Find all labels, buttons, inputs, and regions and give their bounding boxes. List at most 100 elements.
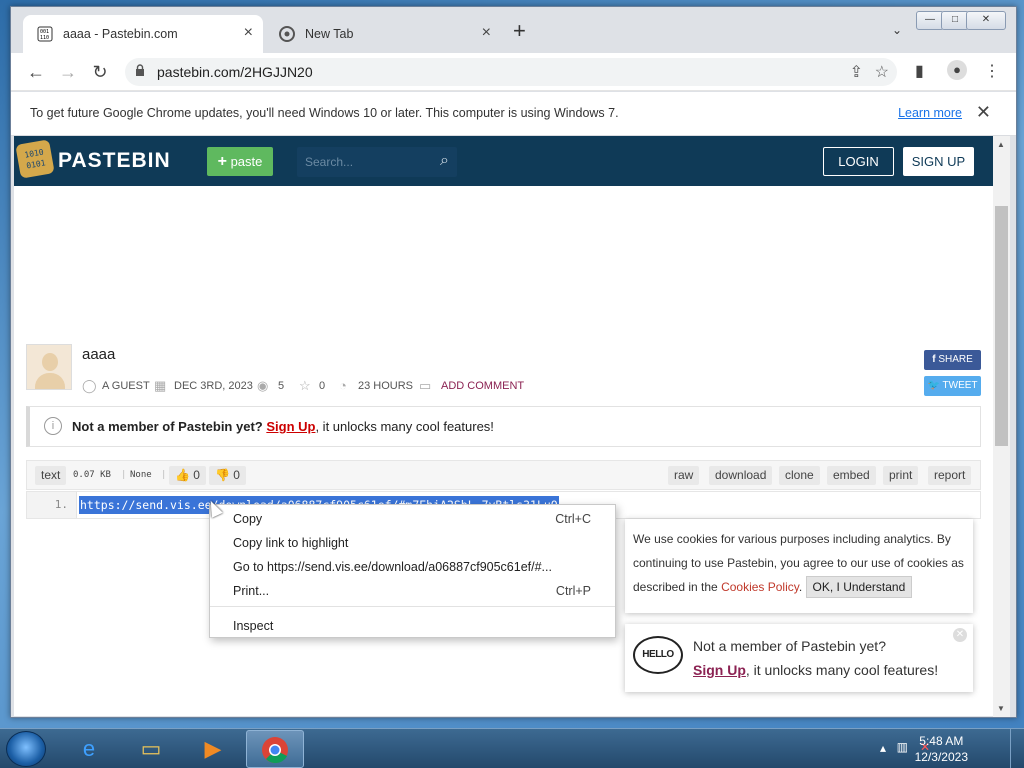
code-toolbar: text 0.07 KB | None | 👍 0 👎 0 raw downlo… [26, 460, 981, 490]
context-item-print[interactable]: Print... [233, 584, 269, 598]
infobar-close-icon[interactable]: ✕ [976, 102, 991, 123]
reload-icon[interactable]: ↻ [88, 60, 112, 84]
tab-close-icon[interactable]: × [244, 24, 253, 42]
forward-arrow-icon[interactable]: → [56, 60, 80, 84]
popup-close-icon[interactable]: ✕ [953, 628, 967, 642]
login-button[interactable]: LOGIN [823, 147, 894, 176]
new-tab-button[interactable]: + [513, 20, 526, 42]
popup-signup-link[interactable]: Sign Up [693, 662, 746, 678]
back-arrow-icon[interactable]: ← [24, 60, 48, 84]
tab-title: New Tab [305, 27, 354, 41]
context-item-copy[interactable]: Copy [233, 512, 262, 526]
context-item-inspect[interactable]: Inspect [233, 619, 273, 633]
print-button[interactable]: print [883, 466, 919, 485]
tab-close-icon[interactable]: × [482, 24, 491, 42]
popup-line1: Not a member of Pastebin yet? [693, 638, 886, 654]
scroll-up-icon[interactable]: ▲ [997, 140, 1005, 149]
paste-label: paste [230, 154, 263, 169]
popup-line2-rest: , it unlocks many cool features! [745, 662, 939, 678]
cookie-banner: We use cookies for various purposes incl… [625, 519, 973, 613]
signup-button[interactable]: SIGN UP [903, 147, 974, 176]
scroll-down-icon[interactable]: ▼ [997, 704, 1005, 713]
scrollbar-thumb[interactable] [995, 206, 1008, 446]
dislike-count: 0 [233, 468, 240, 482]
shortcut-print: Ctrl+P [555, 584, 591, 598]
search-input[interactable]: Search... ⌕ [297, 147, 457, 177]
start-button[interactable] [6, 731, 46, 767]
pastebin-logo-text[interactable]: PASTEBIN [58, 149, 171, 173]
comment-icon: ▭ [419, 378, 432, 393]
embed-button[interactable]: embed [827, 466, 876, 485]
side-panel-icon[interactable]: ▮ [915, 61, 924, 81]
notice-text: Not a member of Pastebin yet? Sign Up, i… [72, 419, 494, 434]
bookmark-star-icon[interactable]: ☆ [875, 62, 889, 82]
paste-author[interactable]: A GUEST [102, 380, 150, 392]
tray-expand-icon[interactable]: ▴ [880, 741, 886, 755]
show-desktop-button[interactable] [1010, 729, 1024, 768]
context-menu: Copy Ctrl+C Copy link to highlight Go to… [209, 504, 616, 638]
thumbs-up-icon: 👍 [175, 468, 190, 482]
member-notice: i Not a member of Pastebin yet? Sign Up,… [26, 406, 981, 447]
profile-avatar-icon[interactable]: ● [947, 60, 967, 80]
close-window-button[interactable]: ✕ [966, 11, 1006, 30]
twitter-share-button[interactable]: 🐦 TWEET [924, 376, 981, 396]
facebook-share-button[interactable]: f SHARE [924, 350, 981, 370]
menu-separator [210, 606, 615, 607]
tab-pastebin[interactable]: 001 110 aaaa - Pastebin.com × [23, 15, 263, 53]
pastebin-favicon-icon: 001 110 [37, 26, 53, 42]
pastebin-logo-icon[interactable]: 1010 0101 [15, 139, 55, 179]
paste-size: 0.07 KB [73, 470, 111, 480]
vertical-scrollbar[interactable]: ▲ ▼ [993, 136, 1010, 717]
star-icon: ☆ [299, 378, 311, 393]
popup-line2: Sign Up, it unlocks many cool features! [693, 662, 938, 678]
dislike-button[interactable]: 👎 0 [209, 466, 246, 485]
chrome-taskbar-icon[interactable] [246, 730, 304, 768]
tab-search-chevron-icon[interactable]: ⌄ [892, 23, 902, 37]
thumbs-down-icon: 👎 [215, 468, 230, 482]
cookie-text-2: . [798, 580, 806, 594]
shortcut-copy: Ctrl+C [555, 512, 591, 526]
internet-explorer-icon[interactable]: e [60, 730, 118, 768]
notice-bold: Not a member of Pastebin yet? [72, 419, 263, 434]
like-button[interactable]: 👍 0 [169, 466, 206, 485]
clone-button[interactable]: clone [779, 466, 820, 485]
infobar-message: To get future Google Chrome updates, you… [30, 106, 619, 120]
raw-button[interactable]: raw [668, 466, 700, 485]
url-text[interactable]: pastebin.com/2HGJJN20 [157, 64, 313, 80]
network-icon[interactable]: ▥ [897, 740, 908, 754]
paste-date: DEC 3RD, 2023 [174, 380, 253, 392]
timer-icon: ◔ [339, 378, 347, 393]
paste-expires: 23 HOURS [358, 380, 414, 392]
add-comment-link[interactable]: ADD COMMENT [441, 380, 524, 392]
learn-more-link[interactable]: Learn more [898, 106, 962, 120]
tab-title: aaaa - Pastebin.com [63, 27, 178, 41]
notice-signup-link[interactable]: Sign Up [266, 419, 315, 434]
syntax-badge[interactable]: text [35, 466, 67, 485]
avatar [26, 344, 72, 390]
system-clock[interactable]: 5:48 AM 12/3/2023 [915, 733, 968, 765]
kebab-menu-icon[interactable]: ⋮ [984, 61, 1000, 81]
cookies-policy-link[interactable]: Cookies Policy [721, 580, 799, 594]
media-player-icon[interactable]: ▶ [184, 730, 242, 768]
context-item-copy-link[interactable]: Copy link to highlight [233, 536, 348, 550]
lock-icon[interactable] [135, 64, 145, 80]
download-button[interactable]: download [709, 466, 773, 485]
cookie-ok-button[interactable]: OK, I Understand [805, 576, 913, 598]
maximize-button[interactable]: □ [941, 11, 969, 30]
tab-new-tab[interactable]: New Tab × [265, 15, 501, 53]
update-infobar: To get future Google Chrome updates, you… [11, 92, 1016, 136]
like-count: 0 [193, 468, 200, 482]
tab-strip: — □ ✕ 001 110 aaaa - Pastebin.com × New T… [11, 7, 1016, 53]
search-icon[interactable]: ⌕ [440, 152, 449, 170]
clock-date: 12/3/2023 [914, 750, 968, 764]
new-paste-button[interactable]: + paste [207, 147, 273, 176]
report-button[interactable]: report [928, 466, 972, 485]
divider: | [121, 470, 127, 480]
context-item-go-to[interactable]: Go to https://send.vis.ee/download/a0688… [233, 560, 552, 574]
file-explorer-icon[interactable]: ▭ [122, 730, 180, 768]
paste-views: 5 [278, 380, 285, 392]
address-bar[interactable]: pastebin.com/2HGJJN20 ⇪ ☆ [125, 58, 897, 86]
plus-icon: + [217, 153, 227, 170]
share-icon[interactable]: ⇪ [850, 62, 863, 82]
minimize-button[interactable]: — [916, 11, 944, 30]
